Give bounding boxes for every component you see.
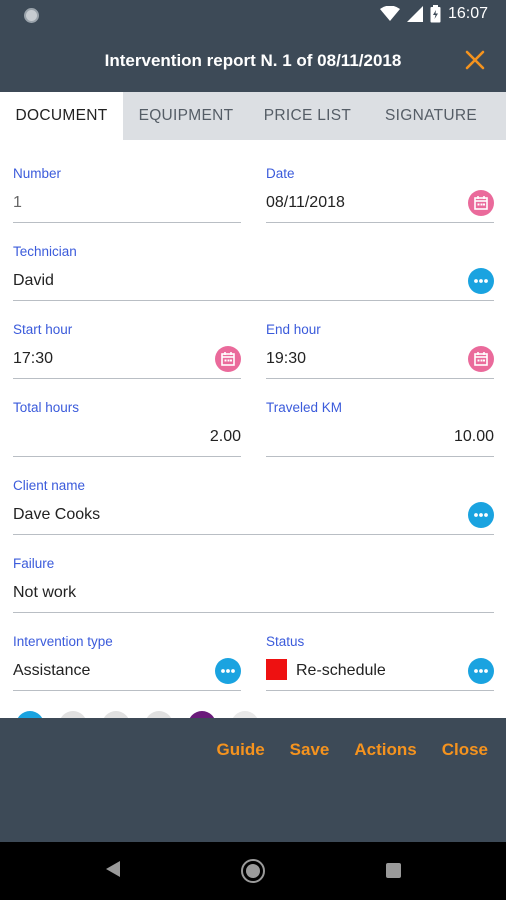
tab-bar: DOCUMENT EQUIPMENT PRICE LIST SIGNATURE: [0, 92, 506, 140]
status-value: Re-schedule: [296, 662, 386, 679]
color-circle[interactable]: [102, 711, 130, 718]
intervention-type-value: Assistance: [13, 662, 91, 679]
recent-apps-icon[interactable]: [386, 863, 401, 878]
back-icon[interactable]: [105, 860, 121, 878]
intervention-type-label: Intervention type: [13, 634, 113, 649]
save-button[interactable]: Save: [290, 740, 330, 760]
technician-label: Technician: [13, 244, 77, 259]
tab-signature[interactable]: SIGNATURE: [366, 92, 496, 140]
document-form: Number 1 Date 08/11/2018 Technician Davi…: [0, 140, 506, 718]
date-value: 08/11/2018: [266, 194, 345, 211]
page-title: Intervention report N. 1 of 08/11/2018: [104, 51, 402, 70]
app-bar: Intervention report N. 1 of 08/11/2018: [0, 30, 506, 92]
tab-document[interactable]: DOCUMENT: [0, 92, 123, 140]
traveled-km-label: Traveled KM: [266, 400, 343, 415]
total-hours-value: 2.00: [209, 428, 241, 445]
technician-value: David: [13, 272, 54, 289]
technician-underline: [13, 300, 494, 301]
close-icon[interactable]: [462, 47, 488, 73]
home-icon[interactable]: [241, 859, 265, 883]
end-hour-underline: [266, 378, 494, 379]
total-hours-underline: [13, 456, 241, 457]
action-buttons: Guide Save Actions Close: [216, 740, 488, 760]
calendar-icon[interactable]: [468, 190, 494, 216]
more-options-icon[interactable]: [468, 502, 494, 528]
status-icons: 16:07: [379, 5, 488, 23]
color-circle[interactable]: [145, 711, 173, 718]
actions-button[interactable]: Actions: [354, 740, 416, 760]
tab-equipment[interactable]: EQUIPMENT: [123, 92, 249, 140]
tab-price-list[interactable]: PRICE LIST: [249, 92, 366, 140]
color-circle[interactable]: [188, 711, 216, 718]
color-circle[interactable]: [16, 711, 44, 718]
number-underline: [13, 222, 241, 223]
number-value: 1: [13, 194, 22, 211]
guide-button[interactable]: Guide: [216, 740, 264, 760]
status-time: 16:07: [447, 5, 488, 22]
status-underline: [266, 690, 494, 691]
traveled-km-value: 10.00: [453, 428, 494, 445]
status-color-swatch: [266, 659, 287, 680]
more-options-icon[interactable]: [215, 658, 241, 684]
more-options-icon[interactable]: [468, 268, 494, 294]
client-name-value: Dave Cooks: [13, 506, 101, 523]
failure-value: Not work: [13, 584, 77, 601]
close-button[interactable]: Close: [442, 740, 488, 760]
start-hour-underline: [13, 378, 241, 379]
calendar-icon[interactable]: [468, 346, 494, 372]
color-circle[interactable]: [59, 711, 87, 718]
wifi-icon: [379, 6, 400, 21]
number-label: Number: [13, 166, 62, 181]
system-nav-bar: [0, 842, 506, 900]
battery-icon: [430, 5, 441, 23]
color-circle[interactable]: [231, 711, 259, 718]
traveled-km-underline: [266, 456, 494, 457]
end-hour-value: 19:30: [266, 350, 307, 367]
end-hour-label: End hour: [266, 322, 321, 337]
date-label: Date: [266, 166, 295, 181]
bottom-action-panel: Guide Save Actions Close: [0, 718, 506, 842]
failure-label: Failure: [13, 556, 55, 571]
date-underline: [266, 222, 494, 223]
start-hour-value: 17:30: [13, 350, 54, 367]
notification-icon: [24, 8, 39, 23]
status-bar: 16:07: [0, 0, 506, 30]
intervention-type-underline: [13, 690, 241, 691]
client-name-underline: [13, 534, 494, 535]
status-label: Status: [266, 634, 305, 649]
more-options-icon[interactable]: [468, 658, 494, 684]
total-hours-label: Total hours: [13, 400, 80, 415]
signal-icon: [406, 6, 423, 22]
failure-underline: [13, 612, 494, 613]
start-hour-label: Start hour: [13, 322, 73, 337]
client-name-label: Client name: [13, 478, 86, 493]
calendar-icon[interactable]: [215, 346, 241, 372]
